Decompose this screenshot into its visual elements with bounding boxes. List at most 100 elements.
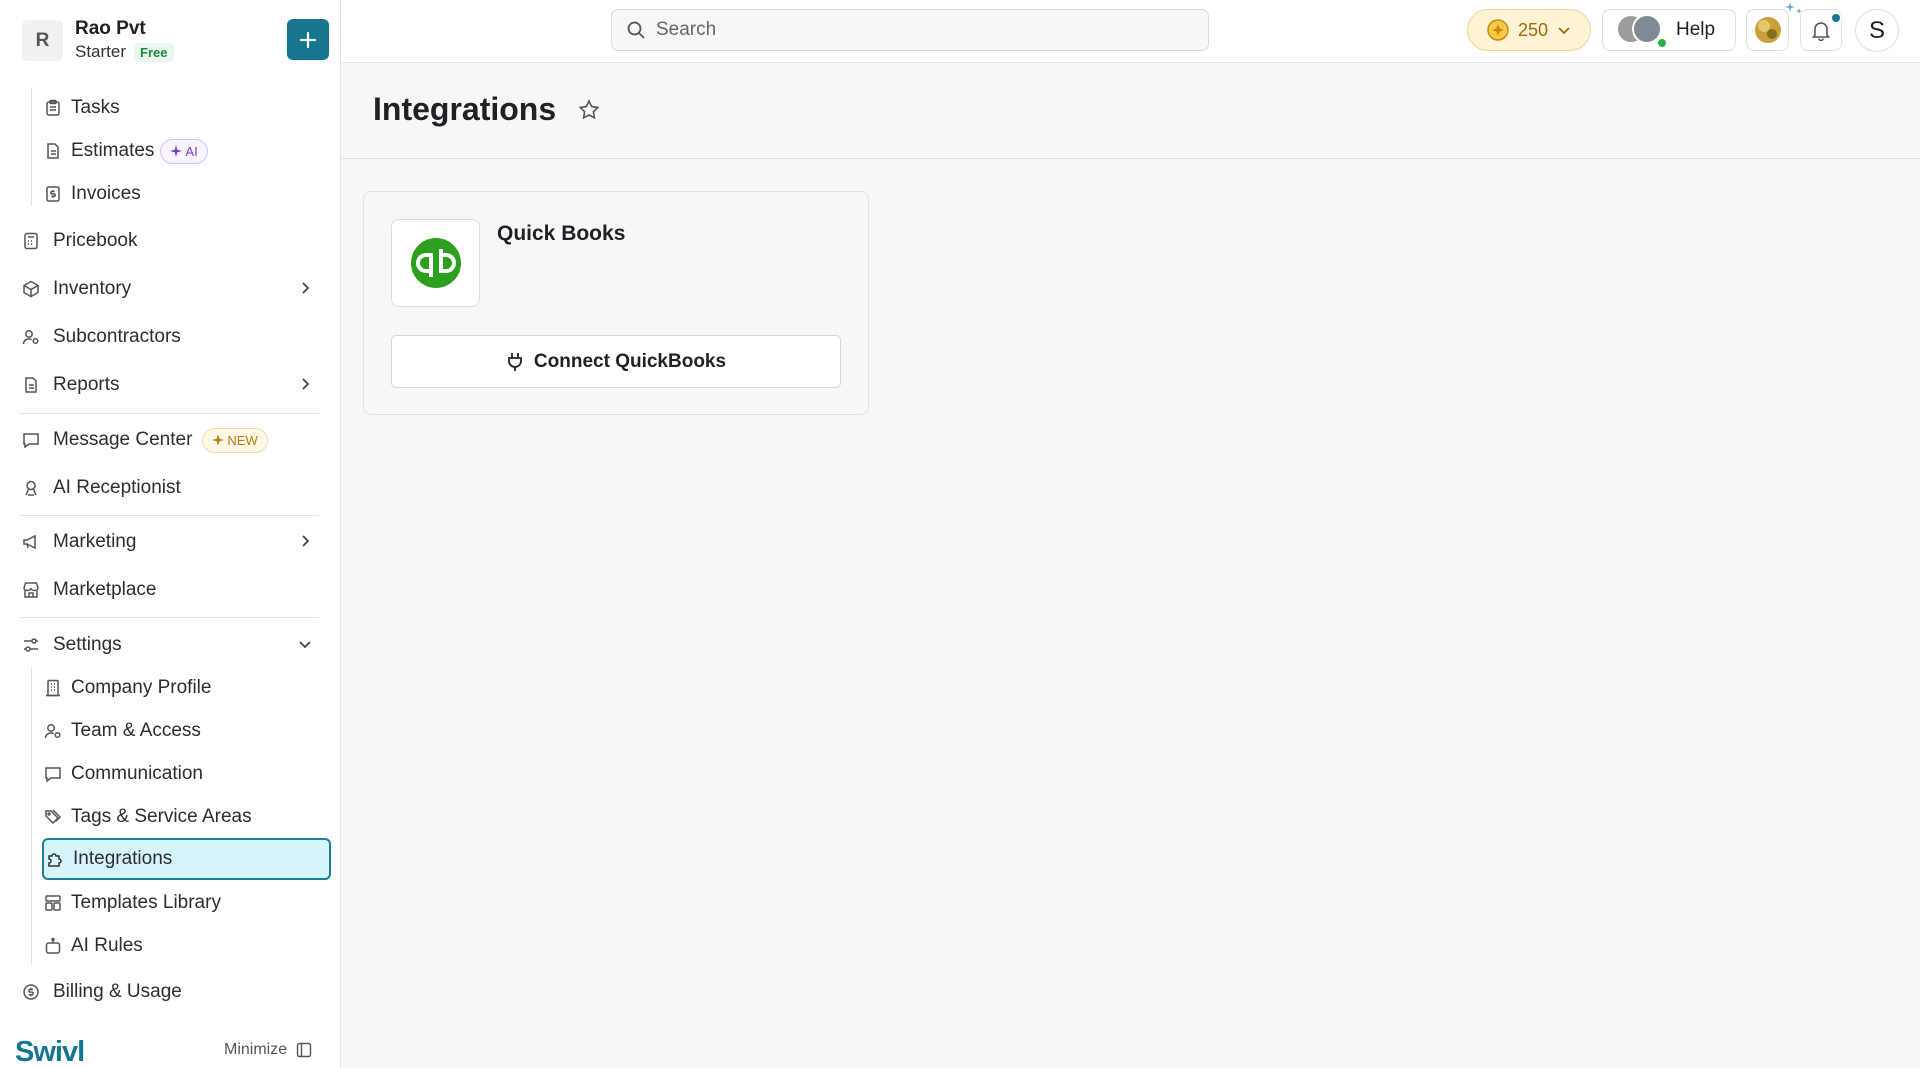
- calculator-icon: [20, 230, 42, 252]
- plus-icon: [299, 31, 317, 48]
- sidebar-item-estimates[interactable]: Estimates AI: [42, 131, 330, 171]
- divider: [20, 413, 319, 414]
- sidebar-item-company-profile[interactable]: Company Profile: [42, 668, 330, 708]
- sidebar-item-communication[interactable]: Communication: [42, 754, 330, 794]
- document-icon: [42, 140, 64, 162]
- invoice-icon: [42, 183, 64, 205]
- credits-dropdown[interactable]: 250: [1467, 9, 1591, 51]
- sidebar-item-label: Tasks: [71, 97, 120, 118]
- sidebar-item-label: Settings: [53, 634, 122, 655]
- sidebar-item-label: Billing & Usage: [53, 981, 182, 1002]
- sidebar-item-label: Integrations: [73, 848, 173, 869]
- help-label: Help: [1676, 19, 1716, 40]
- sidebar-item-label: Estimates: [71, 140, 155, 161]
- org-plan-name: Starter: [75, 42, 127, 61]
- online-indicator: [1656, 37, 1668, 49]
- minimize-label: Minimize: [224, 1041, 288, 1058]
- integration-card: Quick Books Connect QuickBooks: [363, 191, 869, 415]
- sidebar-toggle-icon: [296, 1042, 312, 1058]
- sidebar-item-label: AI Rules: [71, 935, 143, 956]
- sidebar-item-ai-rules[interactable]: AI Rules: [42, 926, 330, 966]
- building-icon: [42, 677, 64, 699]
- user-avatar[interactable]: S: [1855, 9, 1899, 52]
- sidebar-item-subcontractors[interactable]: Subcontractors: [20, 317, 321, 357]
- support-avatars: [1616, 14, 1668, 49]
- org-switcher[interactable]: R Rao Pvt Starter Free: [20, 16, 321, 66]
- quickbooks-logo: [391, 219, 480, 307]
- megaphone-icon: [20, 531, 42, 553]
- ai-badge-label: AI: [185, 143, 198, 159]
- tags-icon: [42, 806, 64, 828]
- chevron-down-icon: [299, 641, 311, 649]
- sidebar-item-templates-library[interactable]: Templates Library: [42, 883, 330, 923]
- coin-icon: [1487, 19, 1509, 41]
- sidebar-item-invoices[interactable]: Invoices: [42, 174, 330, 214]
- sidebar-item-label: Communication: [71, 763, 203, 784]
- help-button[interactable]: Help: [1602, 9, 1736, 51]
- sidebar-item-label: Reports: [53, 374, 120, 395]
- ai-badge: AI: [160, 138, 208, 164]
- sidebar-item-label: Marketing: [53, 531, 137, 552]
- store-icon: [20, 579, 42, 601]
- sidebar-item-tags-service-areas[interactable]: Tags & Service Areas: [42, 797, 330, 837]
- sidebar-item-reports[interactable]: Reports: [20, 365, 321, 405]
- user-gear-icon: [20, 326, 42, 348]
- report-icon: [20, 374, 42, 396]
- page-title: Integrations: [373, 91, 557, 127]
- sidebar-item-label: Subcontractors: [53, 326, 181, 347]
- star-icon[interactable]: [577, 98, 601, 122]
- sidebar-item-pricebook[interactable]: Pricebook: [20, 221, 321, 261]
- sidebar-item-marketing[interactable]: Marketing: [20, 522, 321, 562]
- sidebar-item-billing-usage[interactable]: Billing & Usage: [20, 972, 321, 1012]
- page-header: Integrations: [341, 63, 1920, 159]
- sidebar-item-message-center[interactable]: Message Center NEW: [20, 420, 321, 460]
- search-input[interactable]: [656, 19, 1176, 41]
- sidebar-item-team-access[interactable]: Team & Access: [42, 711, 330, 751]
- add-button[interactable]: [287, 19, 329, 60]
- tree-line: [31, 667, 32, 965]
- sidebar-item-tasks[interactable]: Tasks: [42, 88, 330, 128]
- box-icon: [20, 278, 42, 300]
- credits-count: 250: [1517, 19, 1549, 40]
- chevron-down-icon: [1558, 27, 1570, 35]
- sidebar-item-inventory[interactable]: Inventory: [20, 269, 321, 309]
- sidebar: R Rao Pvt Starter Free Tasks Estimates A…: [0, 0, 341, 1068]
- receptionist-icon: [20, 477, 42, 499]
- sidebar-item-ai-receptionist[interactable]: AI Receptionist: [20, 468, 321, 508]
- sidebar-item-label: Message Center: [53, 429, 193, 450]
- search-box[interactable]: [611, 9, 1209, 51]
- tree-line: [31, 88, 32, 206]
- quickbooks-icon: [410, 238, 461, 288]
- plan-badge: Free: [134, 42, 174, 62]
- sidebar-item-label: Tags & Service Areas: [71, 806, 252, 827]
- sidebar-item-marketplace[interactable]: Marketplace: [20, 570, 321, 610]
- brand-logo: Swivl: [15, 1036, 85, 1068]
- search-icon: [627, 21, 645, 39]
- sidebar-item-label: AI Receptionist: [53, 477, 181, 498]
- new-badge: NEW: [202, 427, 268, 453]
- chevron-right-icon: [302, 378, 310, 390]
- dollar-circle-icon: [20, 981, 42, 1003]
- user-key-icon: [42, 720, 64, 742]
- org-plan: Starter Free: [75, 42, 174, 62]
- gold-orb-icon: [1754, 17, 1781, 43]
- org-avatar: R: [22, 20, 63, 61]
- sidebar-item-label: Marketplace: [53, 579, 157, 600]
- puzzle-icon: [44, 848, 66, 870]
- sidebar-item-label: Invoices: [71, 183, 141, 204]
- sparkle-icon: [170, 145, 183, 157]
- sliders-icon: [20, 634, 42, 656]
- sparkle-icon: [212, 434, 225, 446]
- sidebar-item-settings[interactable]: Settings: [20, 625, 321, 665]
- integration-name: Quick Books: [497, 222, 626, 245]
- minimize-button[interactable]: Minimize: [224, 1041, 312, 1059]
- divider: [20, 515, 319, 516]
- templates-icon: [42, 892, 64, 914]
- connect-quickbooks-button[interactable]: Connect QuickBooks: [391, 335, 841, 388]
- top-bar: 250 Help S: [341, 0, 1920, 63]
- robot-icon: [42, 935, 64, 957]
- sidebar-item-label: Pricebook: [53, 230, 138, 251]
- sidebar-item-label: Templates Library: [71, 892, 221, 913]
- bell-icon: [1811, 22, 1831, 41]
- sidebar-item-integrations[interactable]: Integrations: [42, 838, 331, 880]
